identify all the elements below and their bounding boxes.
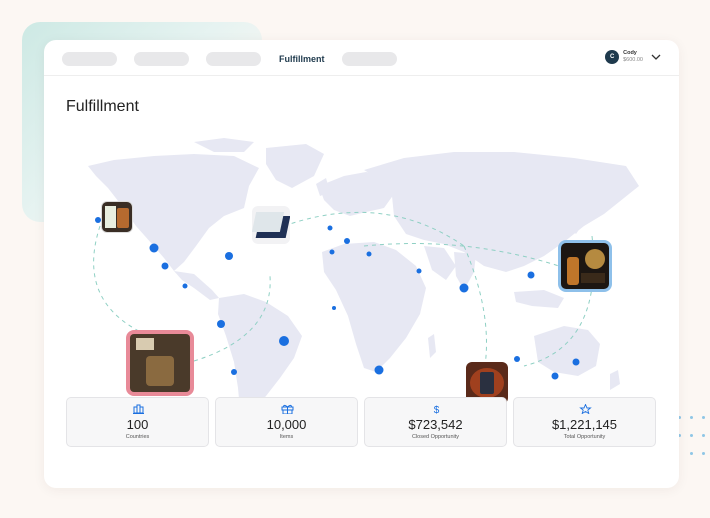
stat-value: $1,221,145: [551, 417, 618, 432]
stat-label: Countries: [125, 434, 150, 440]
stat-value: 10,000: [266, 417, 307, 432]
star-icon: [579, 404, 592, 414]
svg-text:$: $: [434, 405, 440, 414]
decorative-dot-grid: [676, 412, 710, 462]
stat-card-items: 10,000 Items: [215, 397, 358, 447]
product-thumbnail[interactable]: [558, 240, 612, 292]
user-balance: $600.00: [623, 57, 643, 63]
avatar: C: [605, 50, 620, 64]
stat-card-countries: 100 Countries: [66, 397, 209, 447]
top-nav: Fulfillment C Cody $600.00: [44, 40, 679, 76]
stat-card-closed-opportunity: $ $723,542 Closed Opportunity: [364, 397, 507, 447]
user-info: Cody $600.00: [623, 50, 643, 64]
product-thumbnail[interactable]: [101, 201, 133, 233]
product-thumbnail[interactable]: [252, 206, 290, 244]
stat-label: Closed Opportunity: [411, 434, 460, 440]
stat-card-total-opportunity: $1,221,145 Total Opportunity: [513, 397, 656, 447]
nav-item-placeholder-4[interactable]: [342, 52, 397, 66]
nav-item-fulfillment[interactable]: Fulfillment: [279, 52, 325, 66]
stat-value: 100: [126, 417, 149, 432]
stat-label: Total Opportunity: [563, 434, 606, 440]
user-name: Cody: [623, 50, 637, 56]
product-thumbnail[interactable]: [126, 330, 194, 396]
stats-row: 100 Countries 10,000 Items $ $723,542 Cl…: [66, 397, 658, 447]
stat-label: Items: [279, 434, 294, 440]
page-title: Fulfillment: [66, 98, 139, 115]
user-menu[interactable]: C Cody $600.00: [605, 50, 661, 64]
chevron-down-icon[interactable]: [651, 53, 661, 61]
nav-item-placeholder-3[interactable]: [206, 52, 261, 66]
nav-item-placeholder-2[interactable]: [134, 52, 189, 66]
buildings-icon: [133, 404, 144, 414]
app-window: Fulfillment C Cody $600.00 Fulfillment 1…: [44, 40, 679, 488]
world-map: [44, 76, 679, 426]
stat-value: $723,542: [408, 417, 463, 432]
gift-icon: [281, 404, 294, 414]
dollar-icon: $: [434, 405, 440, 414]
nav-item-placeholder-1[interactable]: [62, 52, 117, 66]
